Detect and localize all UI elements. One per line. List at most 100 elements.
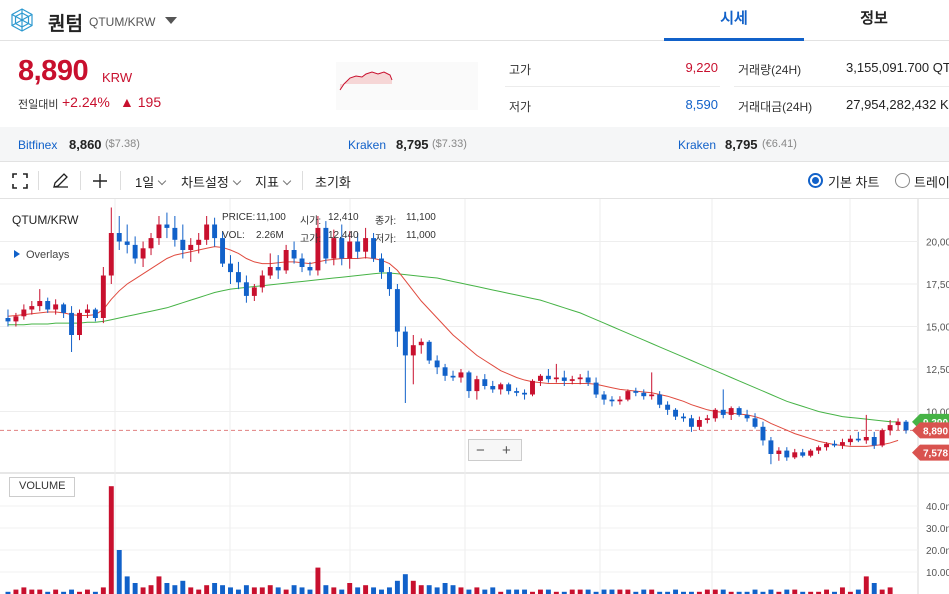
legend-value: 12,440: [328, 230, 359, 241]
chart-settings-dropdown[interactable]: 차트설정: [181, 172, 242, 191]
tab-info[interactable]: 정보: [804, 0, 944, 41]
volume-bar: [29, 589, 35, 594]
candle-body: [220, 238, 226, 264]
zoom-out-button[interactable]: −: [476, 442, 485, 459]
candle-body: [839, 442, 845, 446]
high-value: 9,220: [685, 60, 718, 75]
volume-bar: [490, 587, 496, 594]
legend-value: 11,100: [256, 212, 286, 223]
candle-body: [283, 250, 289, 271]
basic-chart-label[interactable]: 기본 차트: [828, 172, 879, 191]
price-tick-label: 20,000: [926, 238, 949, 249]
pencil-icon[interactable]: [52, 172, 69, 189]
volume-bar: [879, 589, 885, 594]
volume-bar: [625, 589, 631, 594]
candle-body: [895, 421, 901, 426]
exchange-name[interactable]: Bitfinex: [18, 138, 57, 152]
divider: [80, 171, 81, 190]
candle-body: [585, 377, 591, 383]
indicators-dropdown[interactable]: 지표: [255, 172, 292, 191]
candle-body: [450, 375, 456, 378]
divider: [505, 86, 720, 87]
volume-bar: [601, 589, 607, 594]
candle-body: [728, 408, 734, 415]
legend-value: 11,000: [406, 230, 436, 241]
candle-body: [601, 394, 607, 400]
zoom-in-button[interactable]: +: [502, 442, 511, 459]
candle-body: [108, 233, 114, 276]
current-price: 8,890: [18, 55, 89, 87]
candle-body: [267, 267, 273, 276]
volume-bar: [108, 486, 114, 594]
exchange-name[interactable]: Kraken: [678, 138, 716, 152]
candle-body: [299, 258, 305, 267]
volume-bar: [259, 587, 265, 594]
candle-body: [386, 272, 392, 290]
volume-value: 3,155,091.700 QTUM: [846, 60, 949, 75]
volume-bar: [37, 589, 43, 594]
volume-bar: [212, 583, 218, 594]
exchange-name[interactable]: Kraken: [348, 138, 386, 152]
candle-body: [577, 377, 583, 380]
tradingview-radio[interactable]: [895, 173, 910, 188]
volume-bar: [458, 587, 464, 594]
candle-body: [704, 418, 710, 420]
candle-body: [824, 443, 830, 448]
chart-canvas[interactable]: 20,00017,50015,00012,50010,00040.0m30.0m…: [0, 199, 949, 594]
candle-body: [784, 450, 790, 458]
candle-body: [482, 379, 488, 386]
candle-body: [808, 450, 814, 456]
reset-button[interactable]: 초기화: [315, 172, 351, 191]
volume-bar: [291, 585, 297, 594]
candle-body: [673, 409, 679, 417]
candle-body: [760, 426, 766, 441]
candle-body: [736, 408, 742, 415]
volume-bar: [609, 589, 615, 594]
candle-body: [871, 437, 877, 446]
candle-body: [696, 420, 702, 427]
price-sparkline: [336, 62, 478, 110]
legend-key: 시가:: [300, 216, 322, 227]
candle-body: [863, 437, 869, 441]
candle-body: [426, 341, 432, 361]
candle-body: [617, 399, 623, 402]
divider: [734, 86, 949, 87]
tab-quote[interactable]: 시세: [664, 0, 804, 41]
exchange-strip: Bitfinex 8,860 ($7.38) Kraken 8,795 ($7.…: [0, 127, 949, 162]
chart-settings-label: 차트설정: [181, 175, 229, 190]
candle-body: [212, 224, 218, 239]
candle-body: [140, 248, 146, 259]
candle-body: [243, 282, 249, 296]
volume-bar: [426, 585, 432, 594]
coin-dropdown-icon[interactable]: [165, 17, 177, 24]
tradingview-label[interactable]: 트레이딩뷰: [914, 172, 949, 191]
volume-bar: [220, 585, 226, 594]
candle-body: [363, 238, 369, 252]
candle-body: [291, 250, 297, 259]
legend-key: 고가:: [300, 234, 322, 245]
chevron-down-icon: [157, 176, 167, 186]
candle-body: [61, 304, 67, 313]
candle-body: [649, 394, 655, 397]
basic-chart-radio[interactable]: [808, 173, 823, 188]
overlays-toggle[interactable]: Overlays: [14, 249, 69, 261]
volume-bar: [585, 589, 591, 594]
candles-layer: [5, 207, 909, 465]
volume-bar: [379, 589, 384, 594]
candle-body: [434, 360, 440, 368]
fullscreen-icon[interactable]: [12, 173, 28, 189]
volume-bar: [164, 583, 170, 594]
volume-bar: [394, 580, 400, 594]
candle-body: [204, 224, 210, 240]
volume-bar: [720, 589, 726, 594]
candle-body: [77, 312, 82, 335]
volume-bar: [347, 583, 353, 594]
crosshair-icon[interactable]: [92, 173, 108, 189]
interval-dropdown[interactable]: 1일: [135, 172, 167, 191]
candle-body: [164, 224, 170, 228]
volume-bar: [53, 589, 59, 594]
candle-body: [855, 438, 861, 441]
overlays-label: Overlays: [26, 249, 70, 261]
price-chart[interactable]: 20,00017,50015,00012,50010,00040.0m30.0m…: [0, 199, 949, 594]
candle-body: [657, 394, 663, 405]
